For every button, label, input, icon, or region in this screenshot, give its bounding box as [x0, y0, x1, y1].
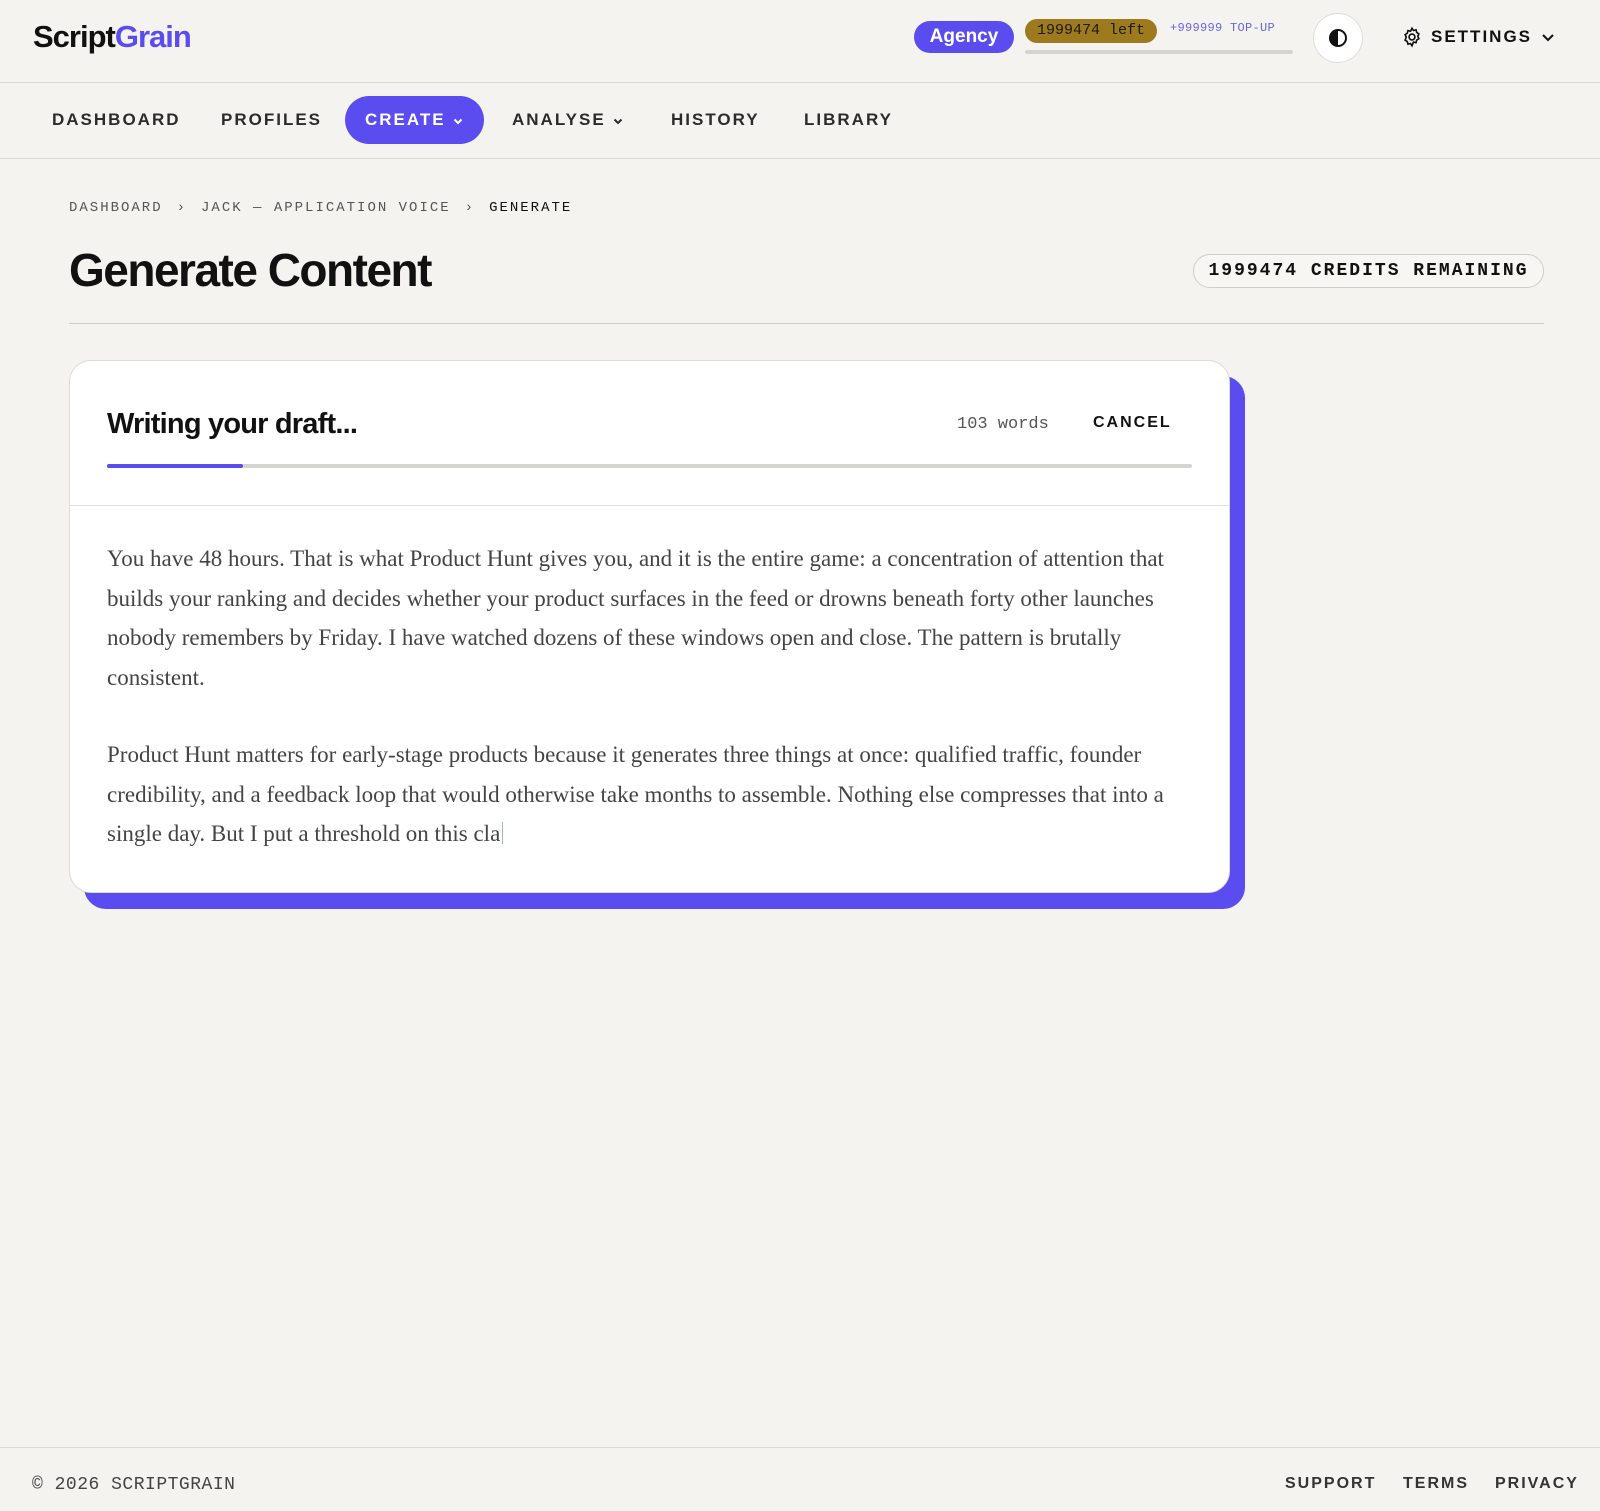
draft-paragraph: You have 48 hours. That is what Product … — [107, 546, 1164, 690]
nav-dashboard[interactable]: DASHBOARD — [52, 96, 181, 144]
chevron-down-icon — [453, 118, 462, 124]
generation-progress-bar — [107, 464, 1192, 468]
logo[interactable]: ScriptGrain — [33, 19, 192, 55]
word-count: 103 words — [957, 415, 1049, 434]
breadcrumb: DASHBOARD › JACK — APPLICATION VOICE › G… — [69, 198, 572, 218]
draft-paragraph-text: Product Hunt matters for early-stage pro… — [107, 742, 1164, 846]
typing-caret — [502, 822, 504, 844]
breadcrumb-dashboard[interactable]: DASHBOARD — [69, 200, 163, 216]
breadcrumb-separator: › — [464, 200, 476, 216]
logo-grain: Grain — [114, 19, 192, 54]
contrast-icon — [1329, 29, 1347, 47]
draft-card: Writing your draft... 103 words CANCEL Y… — [69, 360, 1230, 893]
footer-privacy-link[interactable]: PRIVACY — [1495, 1475, 1579, 1493]
breadcrumb-profile[interactable]: JACK — APPLICATION VOICE — [201, 200, 451, 216]
chevron-down-icon — [613, 118, 622, 124]
copyright: © 2026 SCRIPTGRAIN — [32, 1475, 236, 1495]
settings-menu-button[interactable]: SETTINGS — [1401, 24, 1556, 50]
nav-profiles[interactable]: PROFILES — [221, 96, 322, 144]
nav-create[interactable]: CREATE — [345, 96, 484, 144]
breadcrumb-separator: › — [176, 200, 188, 216]
nav-analyse-label: ANALYSE — [512, 110, 606, 129]
breadcrumb-current: GENERATE — [489, 200, 573, 216]
footer: © 2026 SCRIPTGRAIN SUPPORT TERMS PRIVACY — [0, 1447, 1600, 1511]
top-up-link[interactable]: +999999 TOP-UP — [1170, 21, 1275, 35]
theme-toggle-button[interactable] — [1313, 13, 1363, 63]
settings-label: SETTINGS — [1431, 27, 1533, 46]
footer-support-link[interactable]: SUPPORT — [1285, 1475, 1376, 1493]
draft-card-header: Writing your draft... 103 words CANCEL — [70, 361, 1229, 506]
draft-text: You have 48 hours. That is what Product … — [107, 539, 1197, 892]
credits-usage-bar — [1025, 50, 1293, 54]
draft-status-title: Writing your draft... — [107, 408, 358, 440]
top-bar: ScriptGrain Agency 1999474 left +999999 … — [0, 0, 1600, 83]
gear-icon — [1404, 26, 1420, 48]
credits-remaining-badge: 1999474 CREDITS REMAINING — [1193, 254, 1544, 288]
draft-paragraph-streaming: Product Hunt matters for early-stage pro… — [107, 735, 1197, 854]
nav-analyse[interactable]: ANALYSE — [512, 96, 624, 144]
progress-fill — [107, 464, 243, 468]
cancel-button[interactable]: CANCEL — [1093, 414, 1172, 432]
chevron-down-icon — [1542, 34, 1554, 42]
footer-terms-link[interactable]: TERMS — [1403, 1475, 1469, 1493]
credits-left-pill: 1999474 left — [1025, 19, 1157, 43]
main-nav: DASHBOARD PROFILES CREATE ANALYSE HISTOR… — [0, 83, 1600, 159]
nav-history[interactable]: HISTORY — [671, 96, 760, 144]
page-title: Generate Content — [69, 244, 432, 296]
plan-badge: Agency — [914, 21, 1014, 53]
logo-script: Script — [33, 19, 116, 54]
divider — [69, 323, 1544, 324]
nav-library[interactable]: LIBRARY — [804, 96, 893, 144]
nav-create-label: CREATE — [365, 110, 446, 129]
